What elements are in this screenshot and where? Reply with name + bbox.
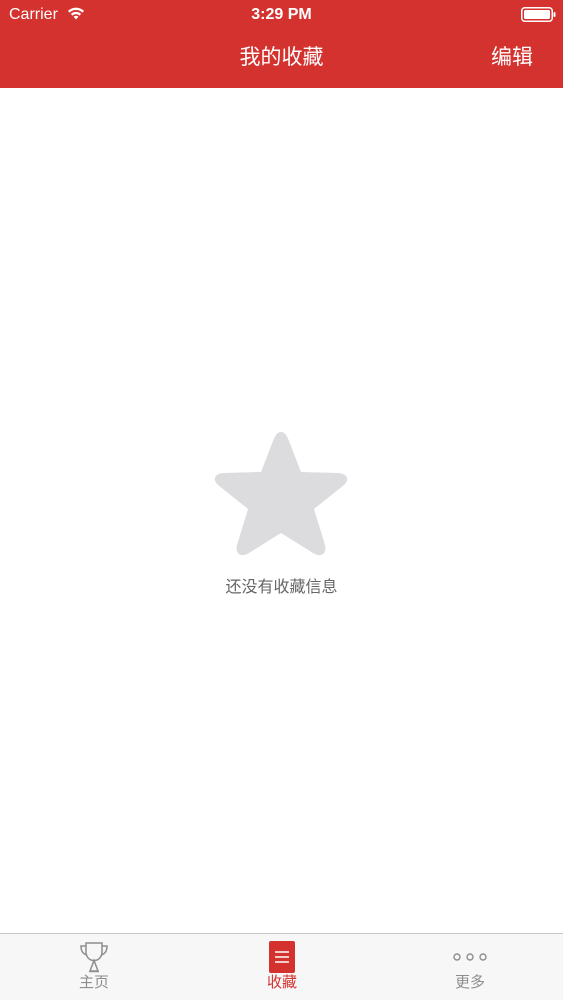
more-dots-icon bbox=[453, 953, 487, 961]
navigation-header: Carrier 3:29 PM 我的收藏 编辑 bbox=[0, 0, 563, 88]
favorites-screen: Carrier 3:29 PM 我的收藏 编辑 还没有收藏信息 主页 收藏 更多 bbox=[0, 0, 563, 1000]
status-bar: Carrier 3:29 PM bbox=[0, 0, 563, 30]
favorites-list-icon bbox=[269, 941, 295, 973]
tab-home[interactable]: 主页 bbox=[0, 934, 188, 1000]
battery-icon bbox=[521, 7, 556, 22]
page-title: 我的收藏 bbox=[239, 45, 324, 69]
tab-favorites-label: 收藏 bbox=[266, 973, 297, 991]
tab-home-label: 主页 bbox=[78, 973, 109, 991]
tab-more[interactable]: 更多 bbox=[376, 934, 563, 1000]
trophy-icon bbox=[80, 942, 108, 973]
status-time: 3:29 PM bbox=[251, 6, 312, 23]
edit-button[interactable]: 编辑 bbox=[491, 42, 533, 72]
tab-bar: 主页 收藏 更多 bbox=[0, 933, 563, 1000]
star-icon bbox=[214, 432, 348, 556]
empty-state-message: 还没有收藏信息 bbox=[225, 577, 338, 596]
tab-favorites[interactable]: 收藏 bbox=[188, 934, 376, 1000]
tab-more-label: 更多 bbox=[454, 973, 485, 991]
